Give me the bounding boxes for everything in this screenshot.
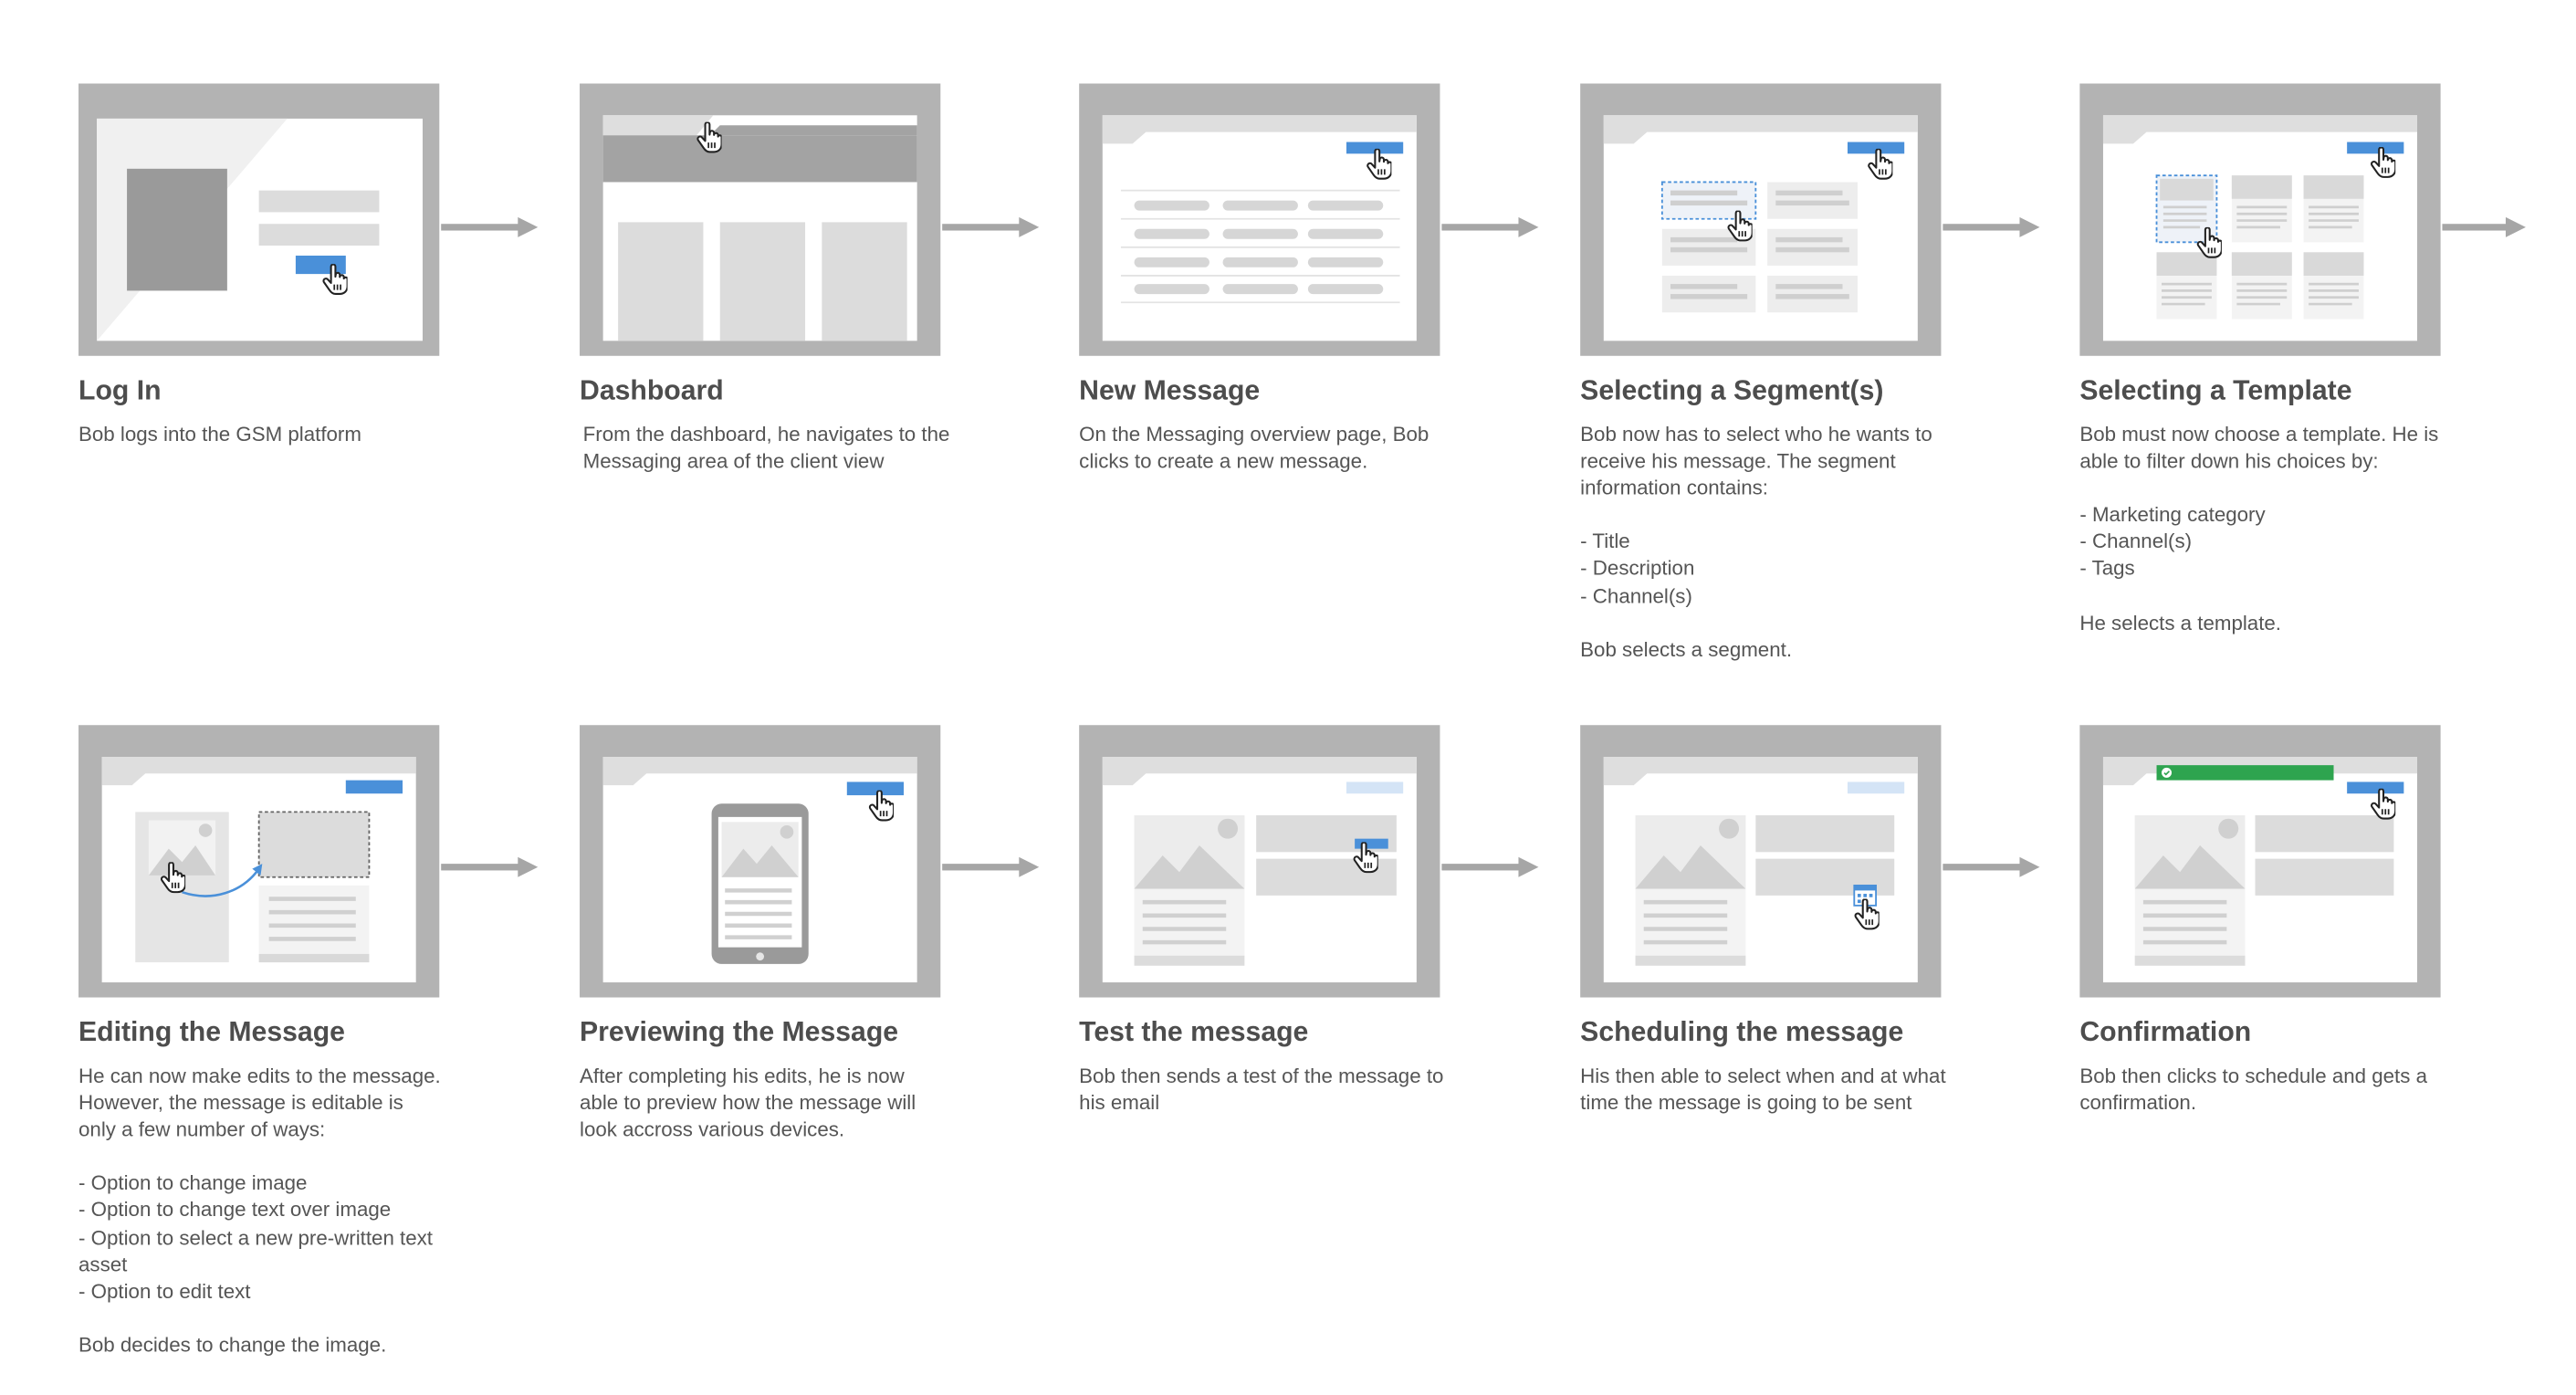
step-desc-new-message: On the Messaging overview page, Bob clic…: [1079, 422, 1429, 474]
segment-thumbnail: [1580, 83, 1942, 356]
flow-arrow: [942, 856, 1040, 877]
step-title-editing: Editing the Message: [79, 1017, 345, 1048]
flow-arrow: [1942, 216, 2040, 237]
editing-thumbnail: [79, 725, 440, 998]
step-title-test: Test the message: [1079, 1017, 1309, 1048]
flow-arrow: [1441, 856, 1539, 877]
schedule-thumbnail: [1580, 725, 1942, 998]
flow-arrow: [441, 856, 539, 877]
step-title-confirmation: Confirmation: [2079, 1017, 2252, 1048]
flow-arrow: [2442, 216, 2526, 237]
step-desc-test: Bob then sends a test of the message to …: [1079, 1064, 1444, 1115]
step-title-template: Selecting a Template: [2079, 375, 2352, 406]
template-thumbnail: [2079, 83, 2441, 356]
step-desc-preview: After completing his edits, he is now ab…: [580, 1064, 916, 1142]
preview-thumbnail: [580, 725, 941, 998]
step-title-dashboard: Dashboard: [580, 375, 724, 406]
step-desc-confirmation: Bob then clicks to schedule and gets a c…: [2079, 1064, 2427, 1115]
step-title-segment: Selecting a Segment(s): [1580, 375, 1884, 406]
step-desc-dashboard: From the dashboard, he navigates to the …: [582, 422, 950, 474]
dashboard-thumbnail: [580, 83, 941, 356]
test-message-thumbnail: [1079, 725, 1440, 998]
flow-arrow: [441, 216, 539, 237]
step-title-schedule: Scheduling the message: [1580, 1017, 1904, 1048]
step-desc-template: Bob must now choose a template. He is ab…: [2079, 422, 2439, 635]
step-desc-login: Bob logs into the GSM platform: [79, 422, 361, 446]
confirmation-thumbnail: [2079, 725, 2441, 998]
step-desc-editing: He can now make edits to the message. Ho…: [79, 1064, 441, 1357]
step-desc-schedule: His then able to select when and at what…: [1580, 1064, 1946, 1115]
flow-arrow: [942, 216, 1040, 237]
step-title-preview: Previewing the Message: [580, 1017, 899, 1048]
step-title-new-message: New Message: [1079, 375, 1261, 406]
step-desc-segment: Bob now has to select who he wants to re…: [1580, 422, 1932, 662]
flow-arrow: [1441, 216, 1539, 237]
check-icon: [2162, 767, 2172, 778]
step-title-login: Log In: [79, 375, 162, 406]
new-message-thumbnail: [1079, 83, 1440, 356]
login-thumbnail: [79, 83, 440, 356]
flow-arrow: [1942, 856, 2040, 877]
